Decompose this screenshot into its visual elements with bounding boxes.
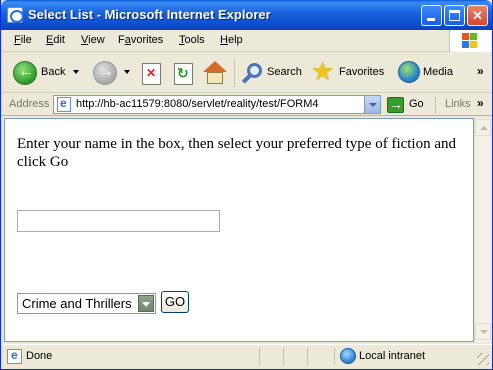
ie-icon	[7, 7, 24, 23]
page-status-icon	[7, 348, 22, 364]
status-text: Done	[26, 350, 53, 362]
go-submit-button[interactable]: GO	[161, 291, 189, 313]
media-button-label[interactable]: Media	[423, 66, 453, 78]
windows-flag-icon	[462, 33, 478, 49]
close-button[interactable]: ✕	[467, 5, 488, 26]
resize-grip-icon[interactable]	[477, 353, 489, 365]
toolbar-separator	[234, 59, 235, 87]
search-button-label[interactable]: Search	[267, 66, 302, 78]
page-content: Enter your name in the box, then select …	[4, 118, 474, 342]
address-input[interactable]: http://hb-ac11579:8080/servlet/reality/t…	[53, 95, 381, 114]
minimize-button[interactable]	[421, 5, 442, 26]
status-divider	[283, 348, 284, 365]
menu-edit[interactable]: Edit	[46, 34, 65, 46]
menu-favorites[interactable]: Favorites	[118, 34, 163, 46]
instructions-text: Enter your name in the box, then select …	[17, 136, 457, 170]
address-url[interactable]: http://hb-ac11579:8080/servlet/reality/t…	[76, 98, 319, 110]
go-arrow-icon[interactable]	[387, 96, 404, 113]
address-dropdown-icon[interactable]	[364, 96, 380, 113]
status-divider	[307, 348, 308, 365]
vertical-scrollbar[interactable]	[474, 118, 491, 342]
title-bar[interactable]: Select List - Microsoft Internet Explore…	[1, 0, 492, 30]
links-label[interactable]: Links	[445, 98, 471, 110]
status-divider	[259, 348, 260, 365]
menu-file[interactable]: File	[14, 34, 32, 46]
toolbar: Back Search ★ Favorites Media »	[1, 53, 492, 93]
back-dropdown-icon[interactable]	[73, 70, 79, 74]
browser-window: Select List - Microsoft Internet Explore…	[0, 0, 493, 370]
select-dropdown-icon[interactable]	[138, 295, 154, 312]
go-button-label[interactable]: Go	[409, 98, 424, 110]
menu-bar: File Edit View Favorites Tools Help	[1, 30, 492, 52]
menu-help[interactable]: Help	[220, 34, 243, 46]
forward-icon[interactable]	[93, 61, 117, 85]
maximize-button[interactable]	[444, 5, 465, 26]
links-chevron-icon[interactable]: »	[477, 96, 484, 110]
menu-tools[interactable]: Tools	[179, 34, 205, 46]
menu-view[interactable]: View	[81, 34, 105, 46]
scroll-down-icon[interactable]	[475, 323, 491, 340]
scroll-up-icon[interactable]	[475, 119, 491, 136]
close-icon: ✕	[472, 8, 483, 23]
forward-dropdown-icon[interactable]	[124, 70, 130, 74]
search-icon[interactable]	[241, 61, 265, 85]
status-divider	[334, 348, 335, 365]
security-zone-text: Local intranet	[359, 350, 426, 362]
toolbar-chevron-icon[interactable]: »	[477, 64, 484, 78]
fiction-type-select[interactable]: Crime and Thrillers	[17, 293, 156, 314]
home-icon[interactable]	[203, 61, 227, 85]
address-label: Address	[9, 98, 50, 110]
page-icon	[57, 96, 71, 112]
links-separator	[435, 97, 436, 113]
favorites-icon[interactable]: ★	[311, 58, 334, 84]
fiction-type-selected: Crime and Thrillers	[22, 296, 132, 311]
favorites-button-label[interactable]: Favorites	[339, 66, 384, 78]
back-icon[interactable]	[13, 61, 37, 85]
media-icon[interactable]	[398, 61, 420, 83]
status-bar: Done Local intranet	[1, 344, 492, 368]
back-button-label[interactable]: Back	[41, 66, 65, 78]
window-title: Select List - Microsoft Internet Explore…	[28, 7, 271, 22]
maximize-icon	[449, 10, 460, 21]
intranet-zone-icon	[340, 348, 356, 364]
address-bar: Address http://hb-ac11579:8080/servlet/r…	[1, 94, 492, 116]
stop-icon[interactable]	[142, 63, 161, 85]
refresh-icon[interactable]	[174, 63, 193, 85]
minimize-icon	[427, 18, 435, 21]
windows-logo	[449, 30, 491, 52]
name-input[interactable]	[17, 210, 220, 232]
